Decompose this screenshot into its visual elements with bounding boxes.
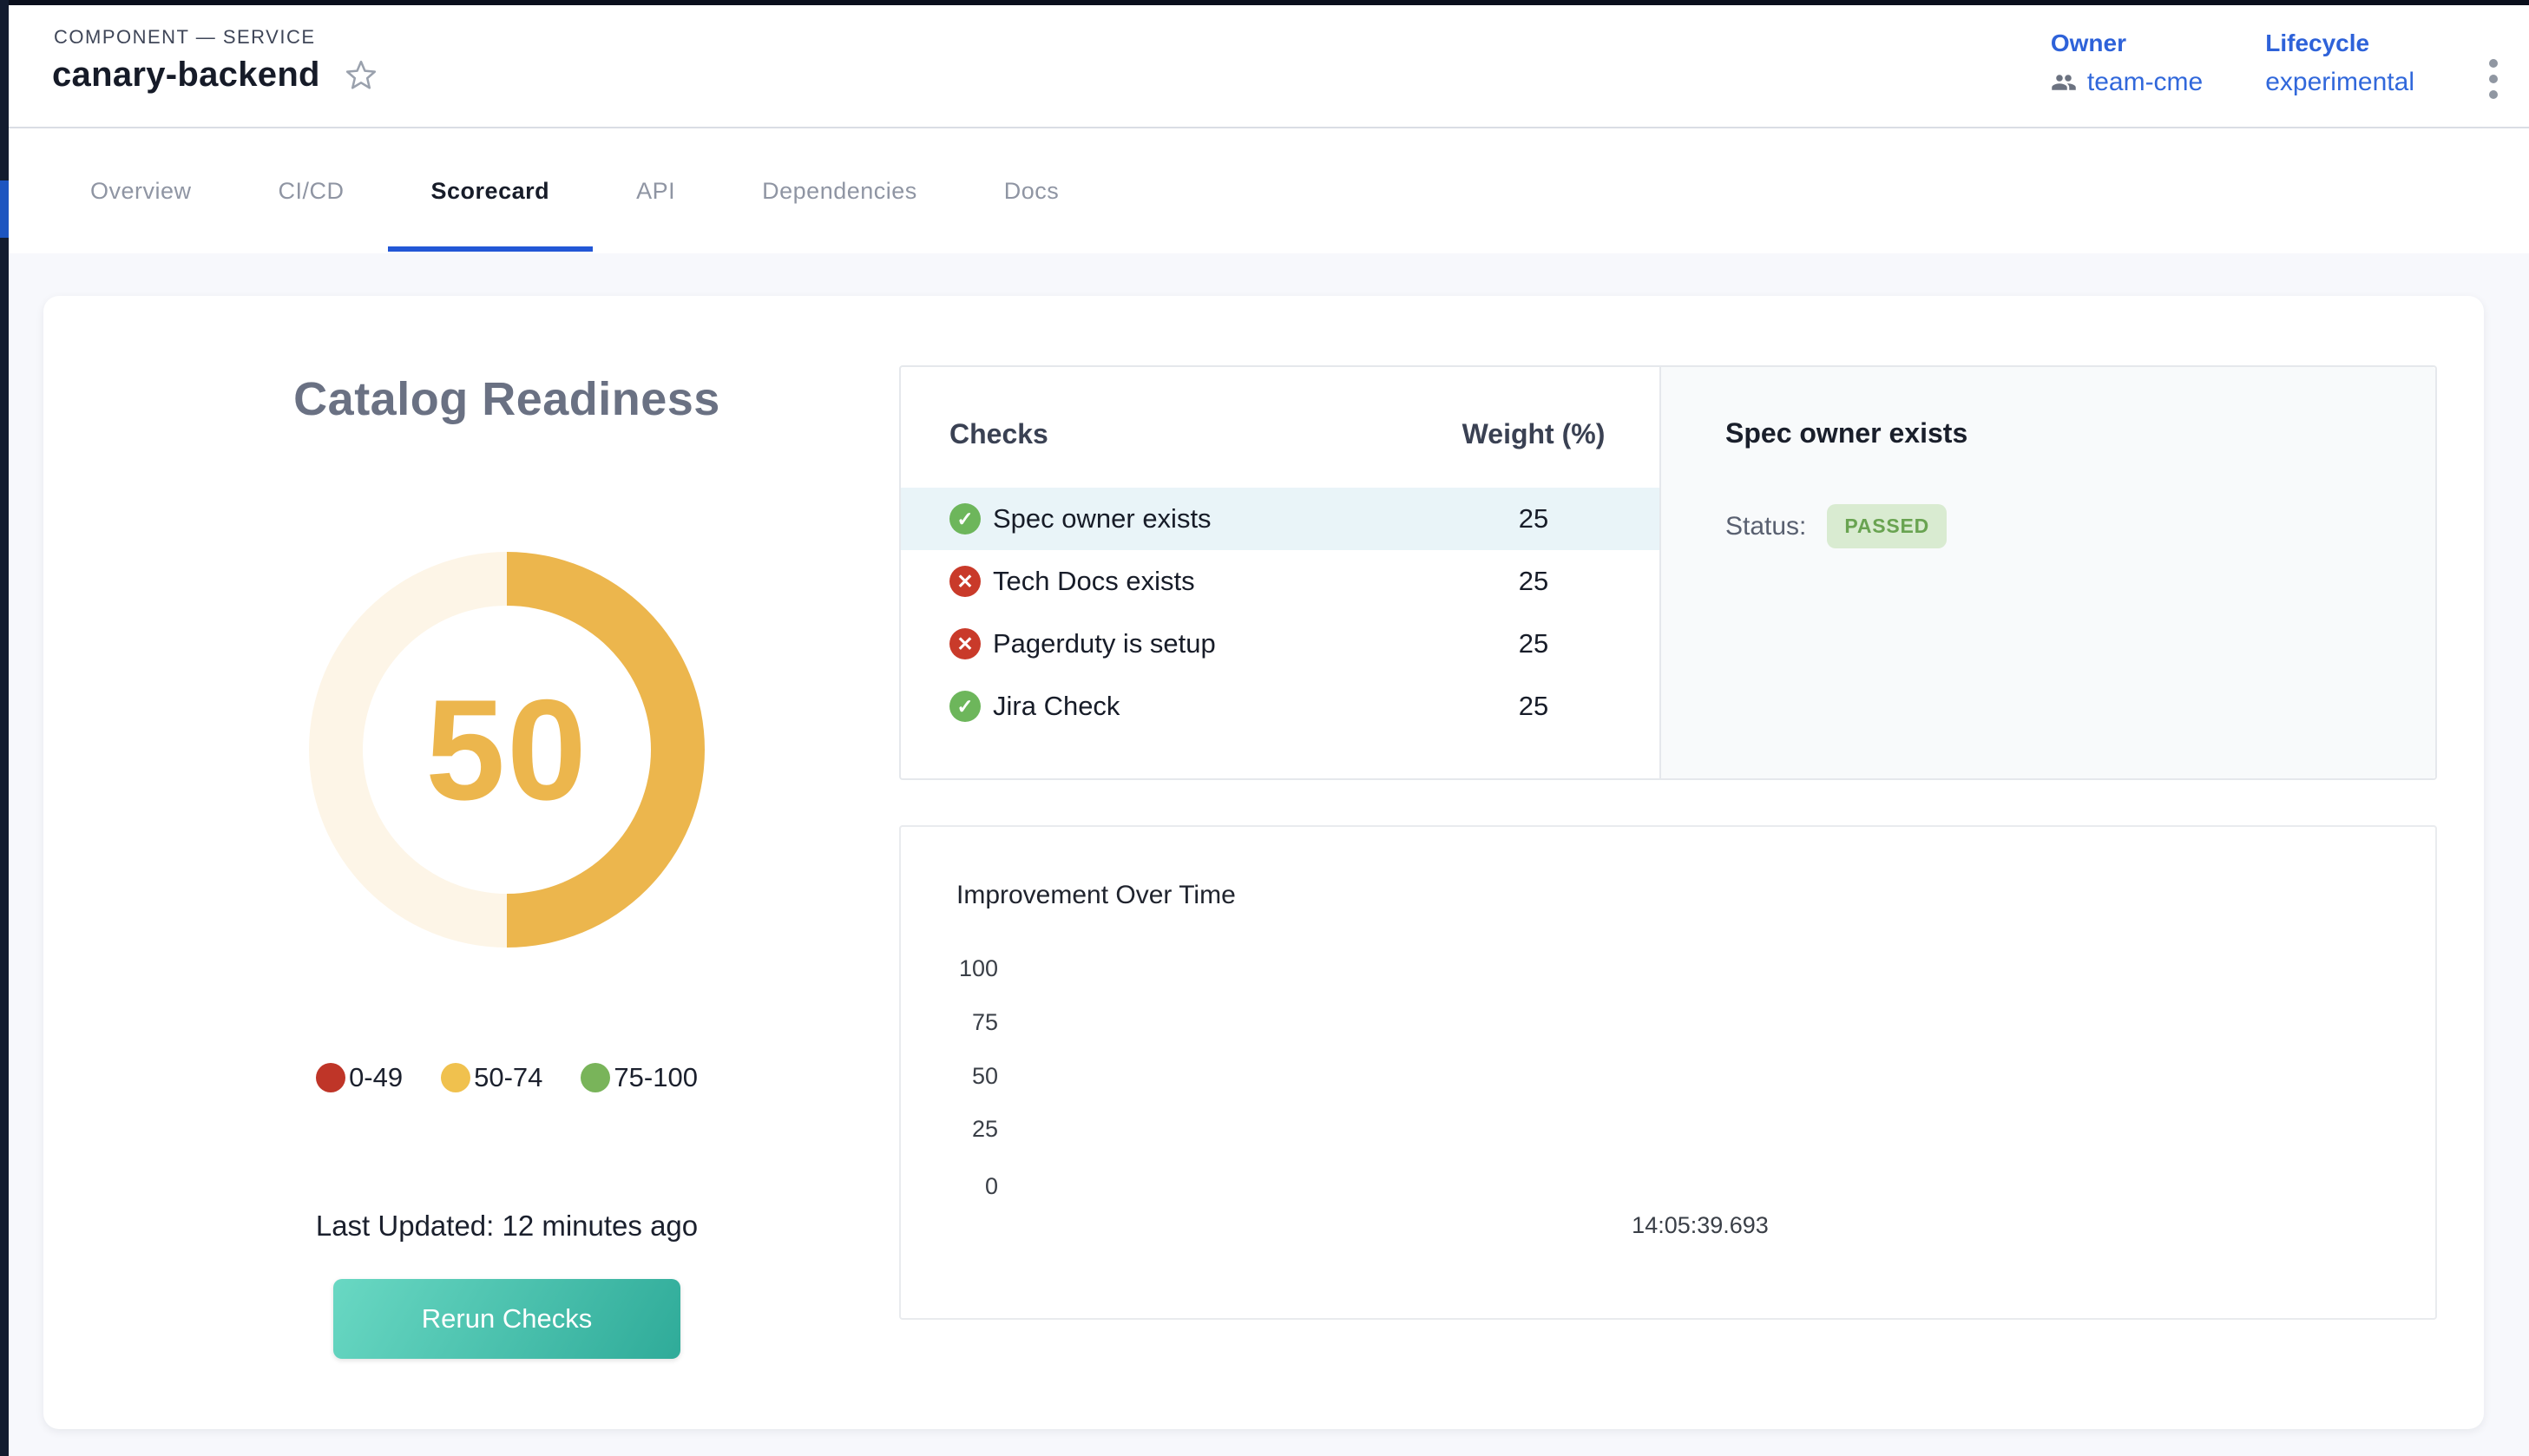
owner-block: Owner team-cme bbox=[2051, 30, 2203, 97]
weight-column-header: Weight (%) bbox=[1425, 418, 1642, 450]
check-passed-icon: ✓ bbox=[949, 691, 981, 722]
group-icon bbox=[2051, 69, 2077, 95]
y-axis-tick: 100 bbox=[901, 955, 998, 982]
rerun-checks-button[interactable]: Rerun Checks bbox=[333, 1279, 680, 1359]
last-updated-text: Last Updated: 12 minutes ago bbox=[99, 1210, 915, 1244]
tab-scorecard[interactable]: Scorecard bbox=[388, 128, 594, 253]
breadcrumb: COMPONENT — SERVICE bbox=[54, 26, 316, 49]
page-title: canary-backend bbox=[52, 56, 320, 95]
more-options-kebab-icon[interactable] bbox=[2484, 54, 2503, 104]
check-label: Pagerduty is setup bbox=[993, 628, 1216, 659]
score-donut-hole: 50 bbox=[363, 606, 651, 894]
legend-label-red: 0-49 bbox=[349, 1062, 403, 1093]
tab-overview[interactable]: Overview bbox=[47, 128, 235, 253]
window-top-edge bbox=[0, 0, 2529, 5]
x-axis-tick: 14:05:39.693 bbox=[1570, 1212, 1830, 1239]
check-detail-panel: Spec owner exists Status: PASSED bbox=[1659, 367, 2435, 778]
check-failed-icon: ✕ bbox=[949, 628, 981, 659]
check-passed-icon: ✓ bbox=[949, 503, 981, 535]
check-label: Jira Check bbox=[993, 691, 1120, 722]
status-label: Status: bbox=[1725, 512, 1806, 541]
checks-card: Checks Weight (%) ✓ Spec owner exists 25… bbox=[899, 365, 2437, 780]
legend-dot-yellow bbox=[441, 1063, 470, 1092]
legend-item-red: 0-49 bbox=[316, 1062, 403, 1093]
check-failed-icon: ✕ bbox=[949, 566, 981, 597]
sidebar-active-indicator bbox=[0, 180, 9, 238]
legend-item-green: 75-100 bbox=[581, 1062, 698, 1093]
check-label: Tech Docs exists bbox=[993, 566, 1195, 597]
check-row-spec-owner[interactable]: ✓ Spec owner exists 25 bbox=[901, 488, 1659, 550]
scorecard-title: Catalog Readiness bbox=[99, 372, 915, 426]
favorite-star-icon[interactable] bbox=[345, 59, 378, 92]
tab-dependencies[interactable]: Dependencies bbox=[719, 128, 961, 253]
scorecard-panel: Catalog Readiness 50 0-49 50-74 75-100 L… bbox=[43, 296, 2484, 1429]
entity-header: COMPONENT — SERVICE canary-backend Owner… bbox=[9, 5, 2529, 128]
status-badge: PASSED bbox=[1827, 504, 1947, 548]
check-row-pagerduty[interactable]: ✕ Pagerduty is setup 25 bbox=[901, 613, 1659, 675]
owner-value: team-cme bbox=[2087, 68, 2203, 97]
checks-table-header: Checks Weight (%) bbox=[901, 367, 1659, 488]
tab-cicd[interactable]: CI/CD bbox=[235, 128, 388, 253]
tab-docs[interactable]: Docs bbox=[961, 128, 1103, 253]
owner-label: Owner bbox=[2051, 30, 2203, 57]
y-axis-tick: 75 bbox=[901, 1009, 998, 1036]
lifecycle-value: experimental bbox=[2265, 68, 2414, 97]
legend-dot-red bbox=[316, 1063, 345, 1092]
gauge-section: Catalog Readiness 50 0-49 50-74 75-100 L… bbox=[99, 296, 915, 1359]
check-weight: 25 bbox=[1425, 628, 1642, 659]
check-weight: 25 bbox=[1425, 691, 1642, 722]
check-label: Spec owner exists bbox=[993, 503, 1212, 535]
check-row-jira[interactable]: ✓ Jira Check 25 bbox=[901, 675, 1659, 738]
y-axis-tick: 50 bbox=[901, 1063, 998, 1090]
improvement-chart-card: Improvement Over Time 100 75 50 25 0 14:… bbox=[899, 825, 2437, 1320]
legend-label-yellow: 50-74 bbox=[474, 1062, 542, 1093]
checks-table: Checks Weight (%) ✓ Spec owner exists 25… bbox=[901, 367, 1659, 778]
owner-link[interactable]: team-cme bbox=[2051, 68, 2203, 97]
lifecycle-block: Lifecycle experimental bbox=[2265, 30, 2414, 97]
check-weight: 25 bbox=[1425, 503, 1642, 535]
y-axis-tick: 0 bbox=[901, 1173, 998, 1200]
y-axis-tick: 25 bbox=[901, 1116, 998, 1143]
check-row-tech-docs[interactable]: ✕ Tech Docs exists 25 bbox=[901, 550, 1659, 613]
entity-tabs: Overview CI/CD Scorecard API Dependencie… bbox=[9, 128, 2529, 253]
score-legend: 0-49 50-74 75-100 bbox=[99, 1060, 915, 1095]
legend-label-green: 75-100 bbox=[614, 1062, 698, 1093]
legend-dot-green bbox=[581, 1063, 610, 1092]
entity-meta: Owner team-cme Lifecycle experimental bbox=[2051, 30, 2414, 97]
improvement-chart-title: Improvement Over Time bbox=[956, 881, 1236, 910]
check-detail-title: Spec owner exists bbox=[1725, 417, 1967, 449]
collapsed-sidebar-rail bbox=[0, 0, 9, 1456]
tab-api[interactable]: API bbox=[593, 128, 719, 253]
checks-column-header: Checks bbox=[949, 418, 1048, 450]
legend-item-yellow: 50-74 bbox=[441, 1062, 542, 1093]
score-donut-chart: 50 bbox=[309, 552, 705, 948]
entity-title-row: canary-backend bbox=[52, 56, 378, 95]
check-status-row: Status: PASSED bbox=[1725, 504, 1947, 548]
score-value: 50 bbox=[425, 668, 588, 832]
check-weight: 25 bbox=[1425, 566, 1642, 597]
lifecycle-label: Lifecycle bbox=[2265, 30, 2414, 57]
